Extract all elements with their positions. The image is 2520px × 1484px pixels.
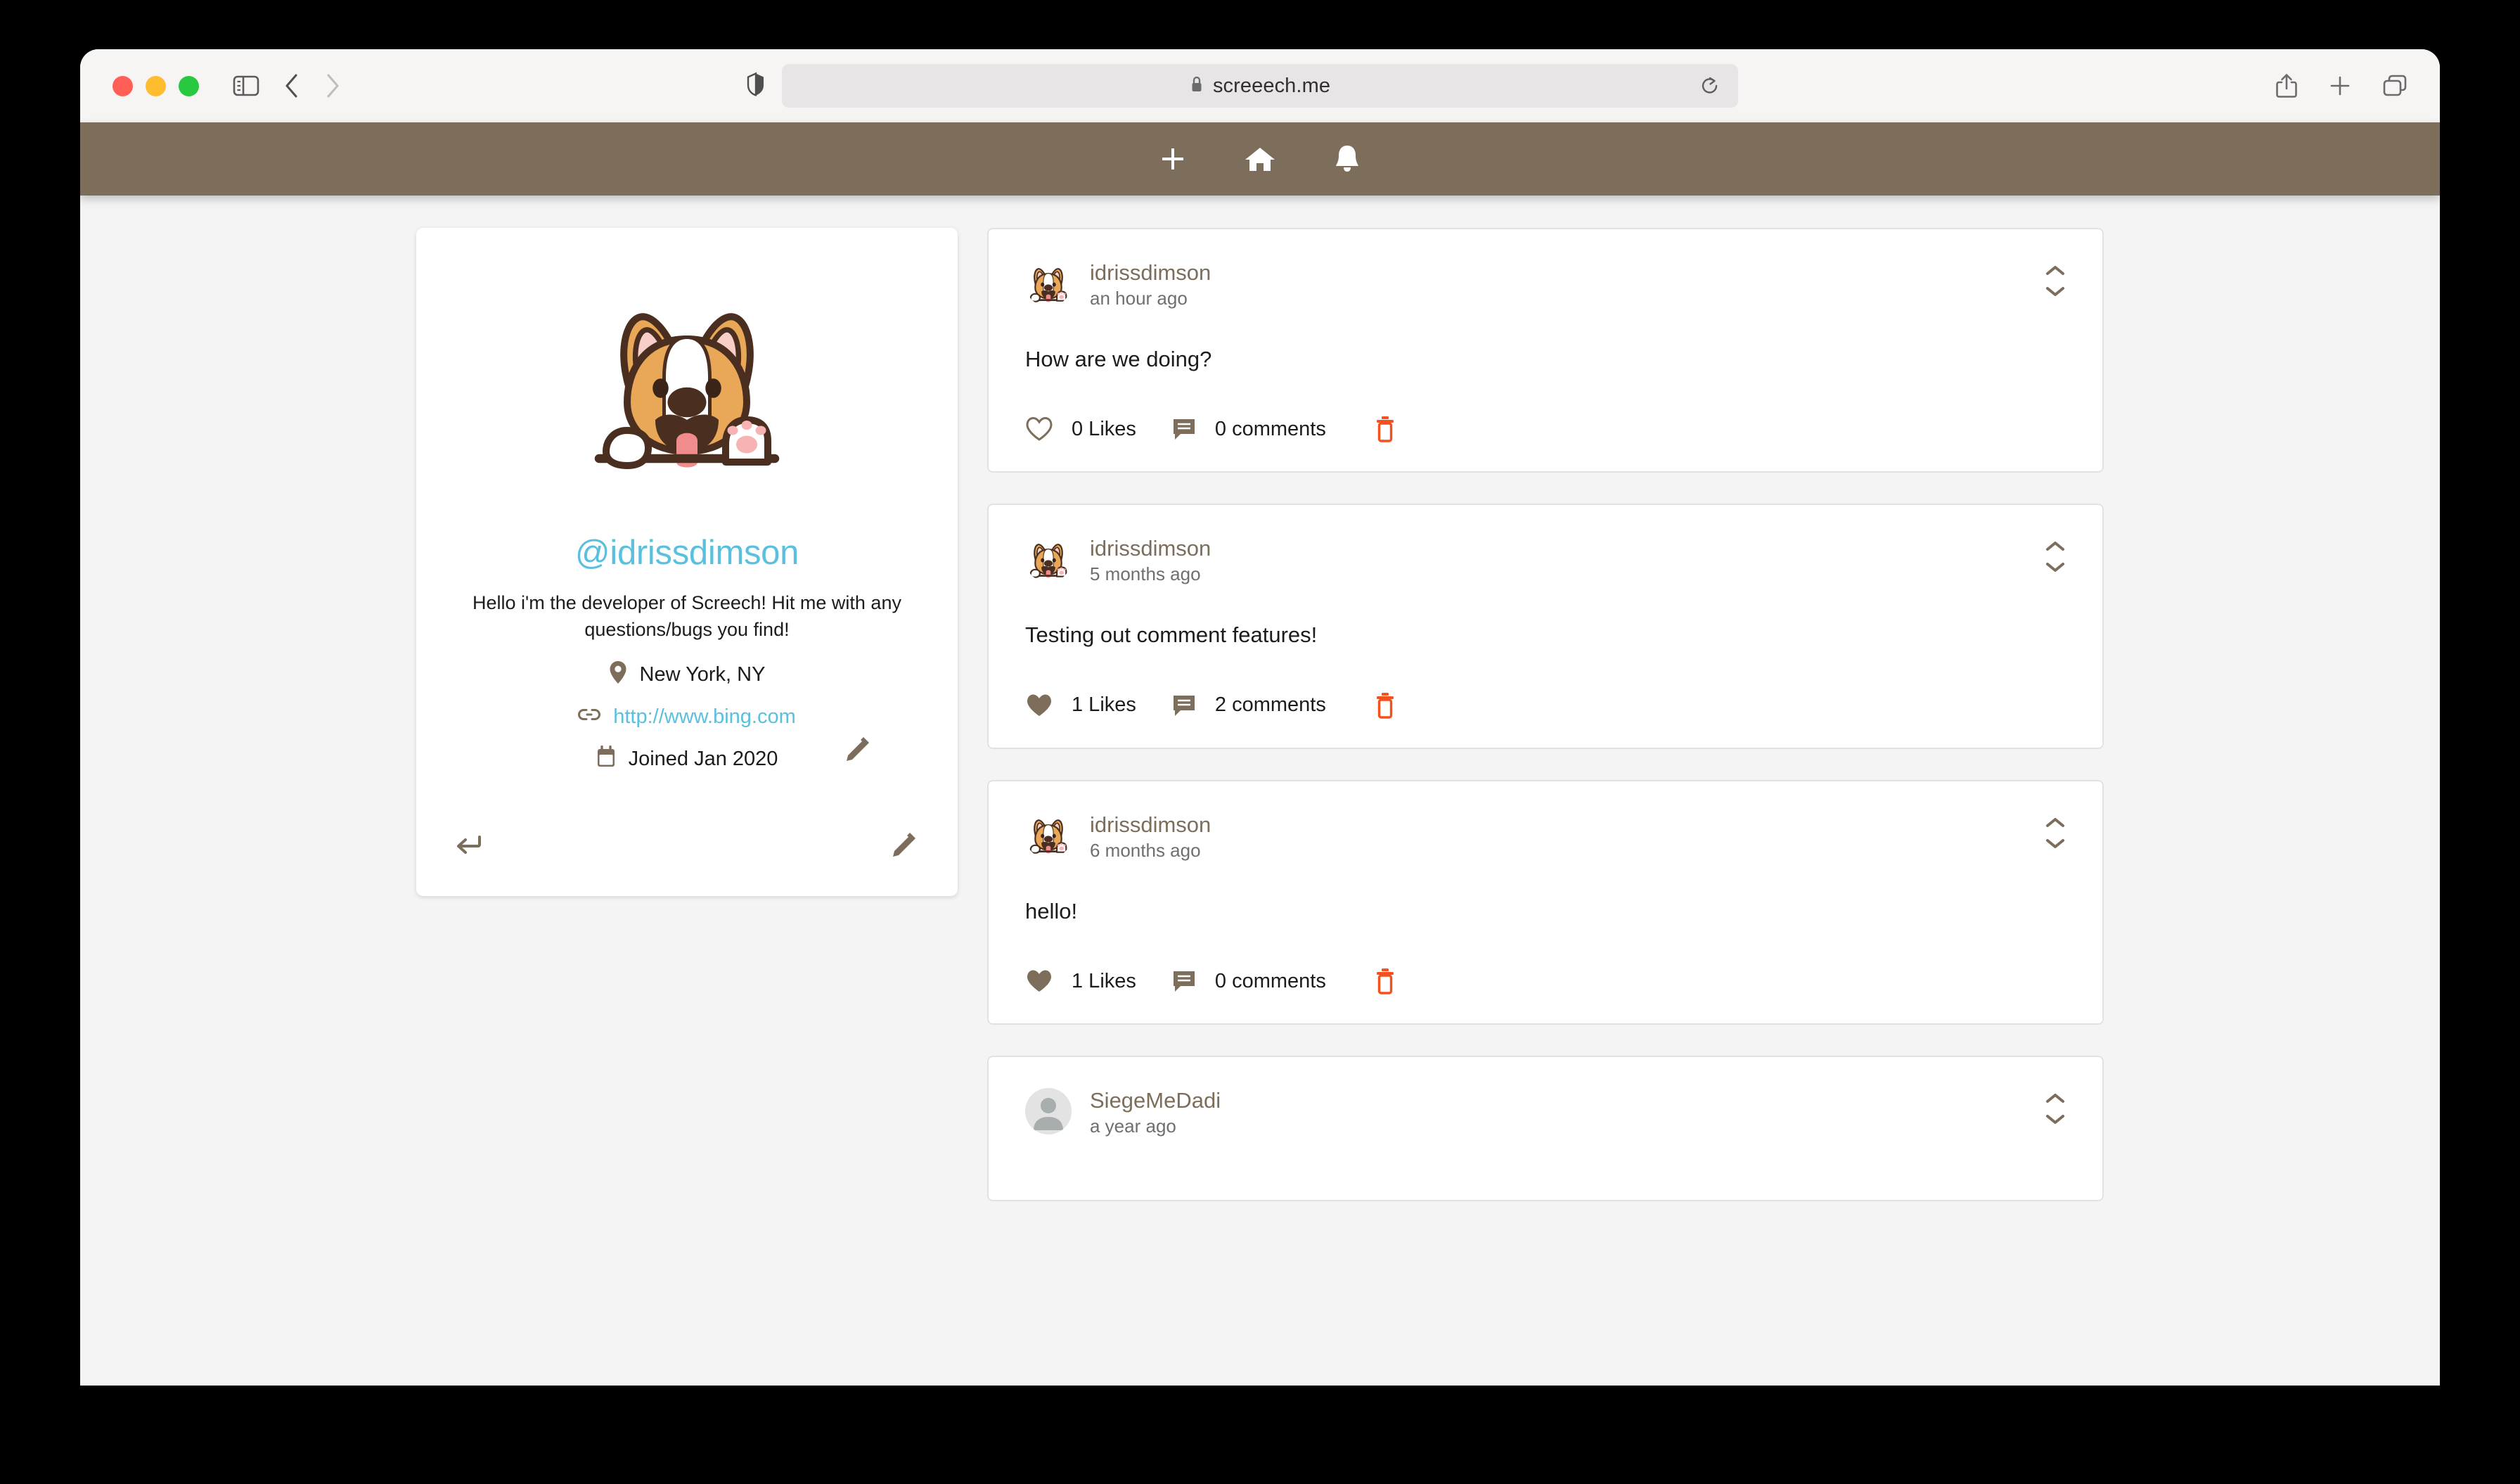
post-author-avatar[interactable] <box>1025 536 1072 582</box>
address-bar[interactable]: screeech.me <box>782 64 1738 108</box>
post-header: idrissdimson an hour ago <box>1025 260 2066 307</box>
like-count: 1 Likes <box>1072 969 1136 992</box>
post-actions: 1 Likes 2 comments <box>1025 691 2066 719</box>
comment-icon[interactable] <box>1171 968 1197 994</box>
reload-icon[interactable] <box>1700 75 1720 96</box>
profile-bio: Hello i'm the developer of Screech! Hit … <box>472 592 901 641</box>
post-text: How are we doing? <box>1025 347 1212 371</box>
comment-icon[interactable] <box>1171 693 1197 718</box>
profile-card: @idrissdimson Hello i'm the developer of… <box>416 228 958 896</box>
comment-icon[interactable] <box>1171 416 1197 442</box>
post-header: idrissdimson 6 months ago <box>1025 812 2066 859</box>
link-icon <box>578 705 601 729</box>
post-actions: 1 Likes 0 comments <box>1025 967 2066 995</box>
post-timestamp: an hour ago <box>1090 288 1188 309</box>
profile-handle: @idrissdimson <box>574 534 799 572</box>
trash-icon[interactable] <box>1374 415 1396 443</box>
profile-website-link[interactable]: http://www.bing.com <box>613 705 796 729</box>
profile-avatar <box>571 297 803 473</box>
post-text: hello! <box>1025 898 1078 923</box>
close-window-button[interactable] <box>112 75 133 96</box>
browser-toolbar: screeech.me <box>80 49 2440 122</box>
post-card: idrissdimson 5 months ago Testing out co… <box>987 504 2104 749</box>
post-timestamp: 5 months ago <box>1090 563 1201 585</box>
post-card: idrissdimson 6 months ago hello! 1 Likes… <box>987 779 2104 1025</box>
post-meta: idrissdimson 6 months ago <box>1090 812 1211 859</box>
maximize-window-button[interactable] <box>179 75 199 96</box>
toolbar-actions-group <box>2275 72 2408 99</box>
profile-joined-row: Joined Jan 2020 <box>596 745 778 774</box>
new-tab-plus-icon[interactable] <box>2329 75 2351 97</box>
post-card: idrissdimson an hour ago How are we doin… <box>987 228 2104 473</box>
address-bar-content: screeech.me <box>1190 75 1330 98</box>
edit-avatar-pencil-icon[interactable] <box>844 734 872 766</box>
post-actions: 0 Likes 0 comments <box>1025 415 2066 443</box>
profile-location-row: New York, NY <box>609 660 766 690</box>
post-feed: idrissdimson an hour ago How are we doin… <box>987 228 2104 1386</box>
post-collapse-toggle[interactable] <box>2045 817 2066 850</box>
profile-location-text: New York, NY <box>639 663 766 686</box>
post-author-avatar[interactable] <box>1025 1088 1072 1135</box>
post-header: SiegeMeDadi a year ago <box>1025 1088 2066 1135</box>
site-navigation-bar <box>80 122 2440 196</box>
post-collapse-toggle[interactable] <box>2045 264 2066 298</box>
profile-website-row: http://www.bing.com <box>578 705 796 729</box>
address-text: screeech.me <box>1212 74 1331 97</box>
forward-arrow-icon <box>324 72 341 99</box>
profile-joined-text: Joined Jan 2020 <box>628 748 778 771</box>
heart-icon[interactable] <box>1025 416 1053 442</box>
toolbar-navigation-group <box>233 72 341 99</box>
post-author-name[interactable]: idrissdimson <box>1090 262 1211 283</box>
tab-overview-icon[interactable] <box>2382 74 2408 98</box>
post-meta: idrissdimson an hour ago <box>1090 260 1211 307</box>
share-icon[interactable] <box>2275 72 2298 99</box>
post-card: SiegeMeDadi a year ago <box>987 1056 2104 1202</box>
home-button[interactable] <box>1240 139 1280 179</box>
lock-icon <box>1190 75 1204 97</box>
post-timestamp: a year ago <box>1090 1115 1176 1137</box>
like-count: 1 Likes <box>1072 693 1136 717</box>
comment-count: 0 comments <box>1214 969 1326 992</box>
create-post-button[interactable] <box>1153 139 1192 179</box>
back-arrow-icon[interactable] <box>456 833 484 855</box>
location-pin-icon <box>609 660 627 690</box>
trash-icon[interactable] <box>1374 967 1396 995</box>
post-author-name[interactable]: SiegeMeDadi <box>1090 1089 1221 1111</box>
comment-count: 0 comments <box>1214 417 1326 440</box>
post-header: idrissdimson 5 months ago <box>1025 536 2066 583</box>
browser-window: screeech.me @idrissdimson Hello i'm the … <box>80 49 2440 1386</box>
post-author-name[interactable]: idrissdimson <box>1090 814 1211 836</box>
profile-card-footer <box>456 830 918 858</box>
post-author-avatar[interactable] <box>1025 812 1072 859</box>
post-timestamp: 6 months ago <box>1090 839 1201 861</box>
comment-count: 2 comments <box>1214 693 1326 717</box>
post-collapse-toggle[interactable] <box>2045 1092 2066 1125</box>
post-meta: idrissdimson 5 months ago <box>1090 536 1211 583</box>
post-author-avatar[interactable] <box>1025 260 1072 307</box>
heart-icon[interactable] <box>1025 968 1053 994</box>
calendar-icon <box>596 745 616 774</box>
notifications-bell-button[interactable] <box>1328 139 1367 179</box>
sidebar-icon[interactable] <box>233 75 259 97</box>
like-count: 0 Likes <box>1072 417 1136 440</box>
heart-icon[interactable] <box>1025 693 1053 718</box>
post-author-name[interactable]: idrissdimson <box>1090 537 1211 559</box>
back-arrow-icon[interactable] <box>283 72 300 99</box>
trash-icon[interactable] <box>1374 691 1396 719</box>
post-collapse-toggle[interactable] <box>2045 540 2066 573</box>
post-meta: SiegeMeDadi a year ago <box>1090 1088 1221 1135</box>
post-text: Testing out comment features! <box>1025 622 1318 648</box>
edit-profile-pencil-icon[interactable] <box>890 830 918 858</box>
page-content: @idrissdimson Hello i'm the developer of… <box>80 196 2440 1386</box>
privacy-shield-icon[interactable] <box>747 72 765 100</box>
minimize-window-button[interactable] <box>146 75 166 96</box>
window-controls <box>112 75 199 96</box>
